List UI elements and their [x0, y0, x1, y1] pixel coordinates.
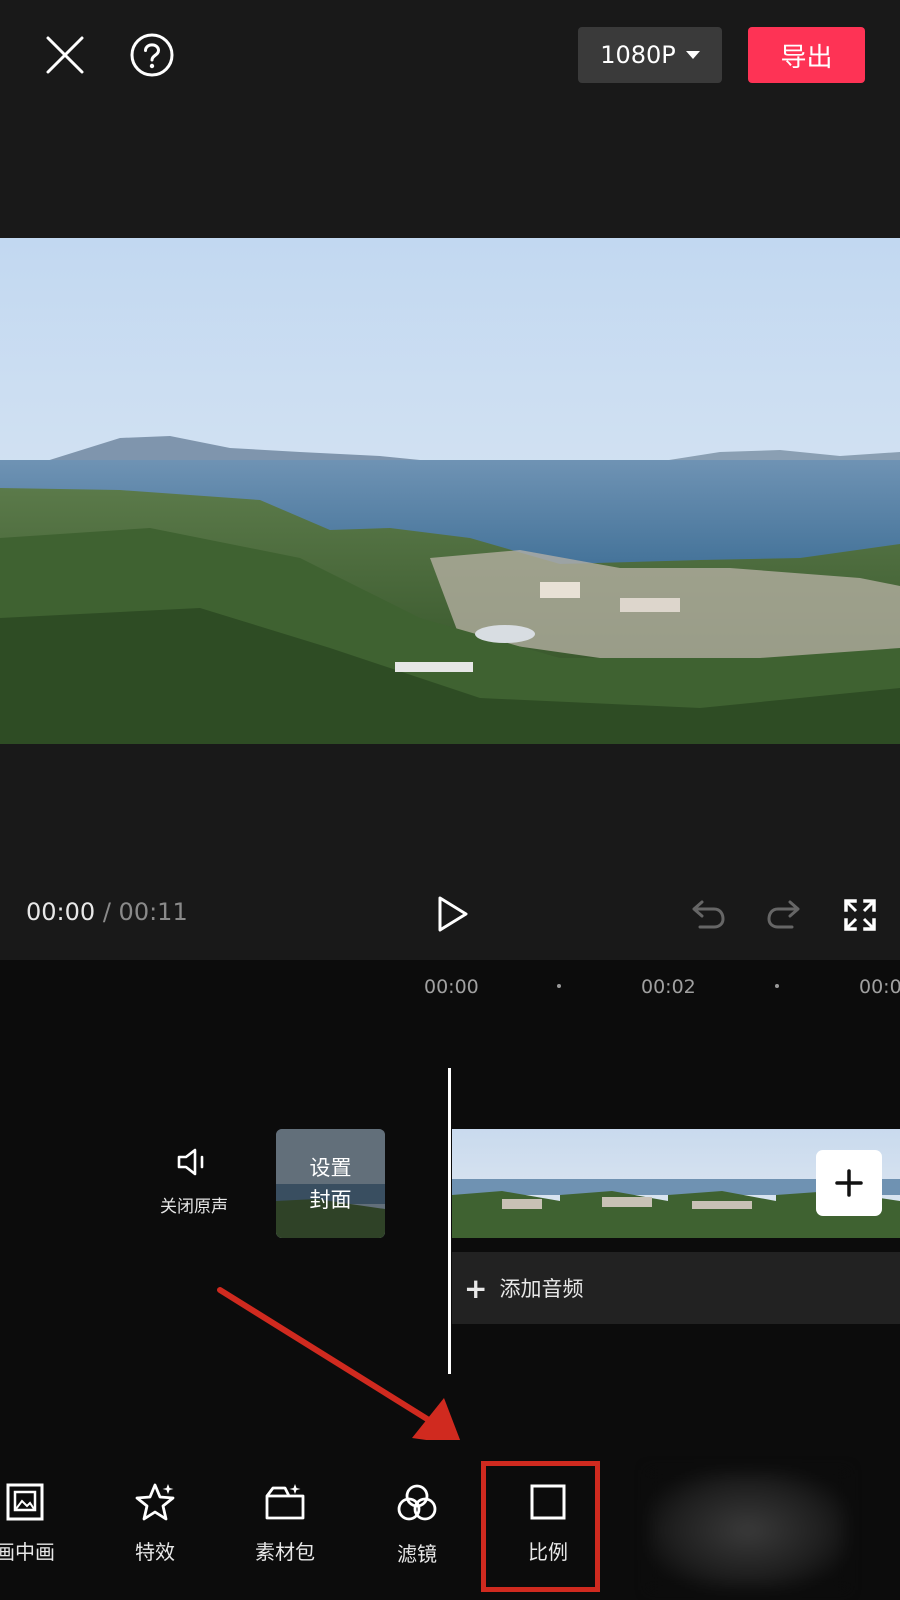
pip-icon: [6, 1483, 44, 1521]
speaker-icon[interactable]: [174, 1145, 214, 1179]
cover-label-line2: 封面: [309, 1187, 352, 1212]
tool-effects[interactable]: 特效: [105, 1482, 205, 1565]
tool-sticker-pack[interactable]: 素材包: [235, 1482, 335, 1565]
clip-thumbnail: [452, 1129, 560, 1238]
blurred-area: [648, 1470, 848, 1590]
clip-thumbnail: [668, 1129, 776, 1238]
filter-icon: [397, 1484, 437, 1521]
set-cover-button[interactable]: 设置 封面: [276, 1129, 385, 1238]
add-clip-button[interactable]: [816, 1150, 882, 1216]
resolution-label: 1080P: [600, 41, 676, 69]
play-icon[interactable]: [430, 892, 474, 936]
time-separator: /: [102, 898, 111, 926]
tool-filter[interactable]: 滤镜: [367, 1482, 467, 1567]
caret-down-icon: [685, 51, 700, 59]
time-ruler-dot: [557, 984, 561, 988]
time-ruler-tick: 00:0: [859, 976, 900, 998]
plus-icon: [835, 1169, 863, 1197]
total-time: 00:11: [118, 898, 188, 926]
tool-label: 滤镜: [397, 1542, 437, 1566]
export-button[interactable]: 导出: [748, 27, 865, 83]
fullscreen-icon[interactable]: [840, 895, 880, 935]
mute-original-audio-label[interactable]: 关闭原声: [150, 1192, 238, 1217]
add-audio-label: 添加音频: [499, 1277, 584, 1301]
tool-label: 画中画: [0, 1540, 55, 1564]
video-preview[interactable]: [0, 238, 900, 744]
help-icon[interactable]: [127, 30, 177, 80]
tool-label: 素材包: [255, 1540, 315, 1564]
tool-label: 特效: [135, 1540, 175, 1564]
redo-icon[interactable]: [764, 894, 804, 934]
current-time: 00:00: [26, 898, 96, 926]
annotation-arrow: [217, 1287, 462, 1445]
annotation-highlight-box: [481, 1461, 600, 1592]
sticker-pack-icon: [265, 1484, 305, 1520]
cover-label-line1: 设置: [309, 1155, 352, 1180]
clip-thumbnail: [560, 1129, 668, 1238]
resolution-button[interactable]: 1080P: [578, 27, 722, 83]
undo-icon[interactable]: [688, 894, 728, 934]
time-ruler-tick: 00:02: [641, 976, 696, 998]
tool-picture-in-picture[interactable]: 画中画: [0, 1482, 75, 1565]
time-display: 00:00 / 00:11: [26, 898, 188, 926]
close-icon[interactable]: [40, 30, 90, 80]
time-ruler-tick: 00:00: [424, 976, 479, 998]
add-audio-track[interactable]: + 添加音频: [452, 1252, 900, 1324]
time-ruler-dot: [775, 984, 779, 988]
effects-star-icon: [135, 1483, 175, 1521]
